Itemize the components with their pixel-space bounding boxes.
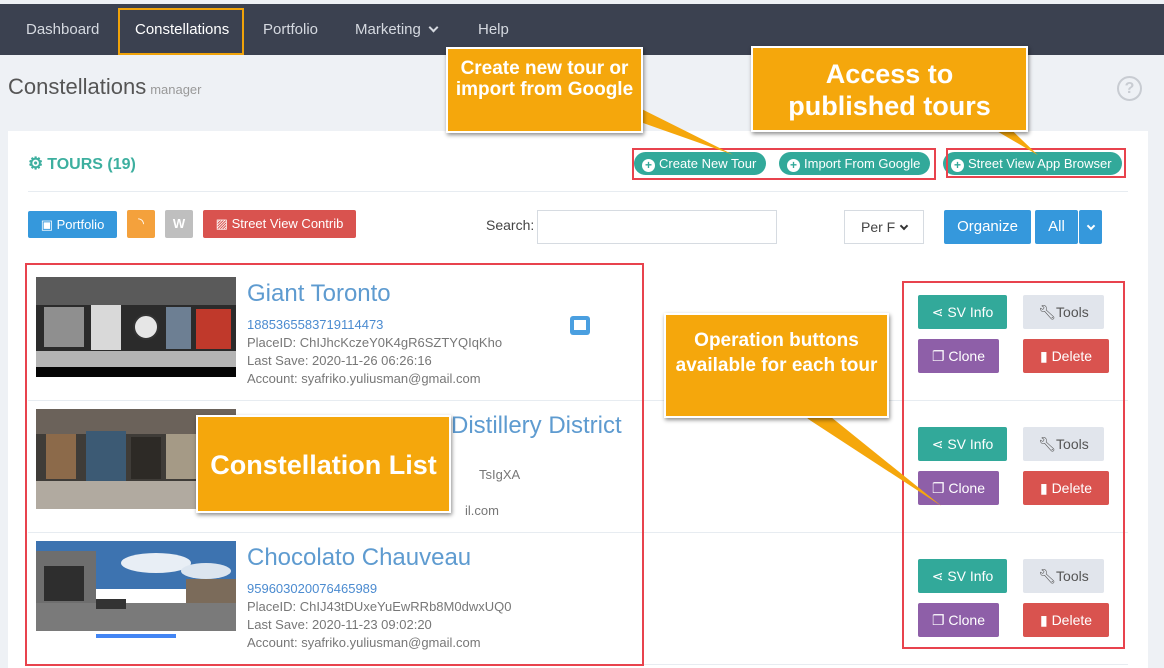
tours-title: ⚙ TOURS (19): [28, 154, 136, 174]
nav-marketing[interactable]: Marketing: [355, 4, 439, 55]
tours-title-text: TOURS (19): [47, 156, 136, 173]
browser-highlight: [946, 148, 1126, 178]
chevron-down-icon: [428, 22, 439, 33]
wordpress-icon: W: [172, 216, 186, 231]
page-subtitle: manager: [150, 82, 202, 97]
wordpress-button[interactable]: W: [165, 210, 193, 238]
portfolio-button[interactable]: ▣ Portfolio: [28, 211, 117, 238]
help-icon[interactable]: ?: [1117, 76, 1142, 101]
per-page-value: Per F: [861, 219, 896, 235]
street-view-contrib-button[interactable]: ▨ Street View Contrib: [203, 210, 356, 238]
rss-icon: ◝: [138, 215, 144, 232]
nav-portfolio[interactable]: Portfolio: [263, 4, 318, 55]
nav-dashboard[interactable]: Dashboard: [26, 4, 99, 55]
search-label: Search:: [486, 217, 535, 233]
nav-active-highlight: [118, 8, 244, 55]
search-input[interactable]: [537, 210, 777, 244]
briefcase-icon: ▣: [40, 217, 53, 232]
header-divider: [28, 191, 1128, 192]
page-title: Constellations manager: [8, 74, 202, 100]
chevron-down-icon: [1086, 221, 1095, 231]
portfolio-button-label: Portfolio: [56, 217, 105, 232]
all-button[interactable]: All: [1035, 210, 1078, 244]
chevron-down-icon: [899, 221, 909, 231]
image-icon: ▨: [215, 216, 228, 231]
callout-access-tours: Access to published tours: [751, 46, 1028, 132]
per-page-select[interactable]: Per F: [844, 210, 924, 244]
page-title-text: Constellations: [8, 74, 147, 99]
all-dropdown-toggle[interactable]: [1079, 210, 1102, 244]
organize-button[interactable]: Organize: [944, 210, 1031, 244]
nav-marketing-label: Marketing: [355, 21, 421, 38]
callout-constellation-list: Constellation List: [196, 415, 451, 513]
create-import-highlight: [632, 148, 936, 180]
callout-create-import: Create new tour or import from Google: [446, 47, 643, 133]
gears-icon: ⚙: [28, 154, 44, 173]
street-view-contrib-label: Street View Contrib: [231, 216, 344, 231]
operations-highlight: [902, 281, 1125, 649]
callout-operations: Operation buttons available for each tou…: [664, 313, 889, 418]
rss-button[interactable]: ◝: [127, 210, 155, 238]
